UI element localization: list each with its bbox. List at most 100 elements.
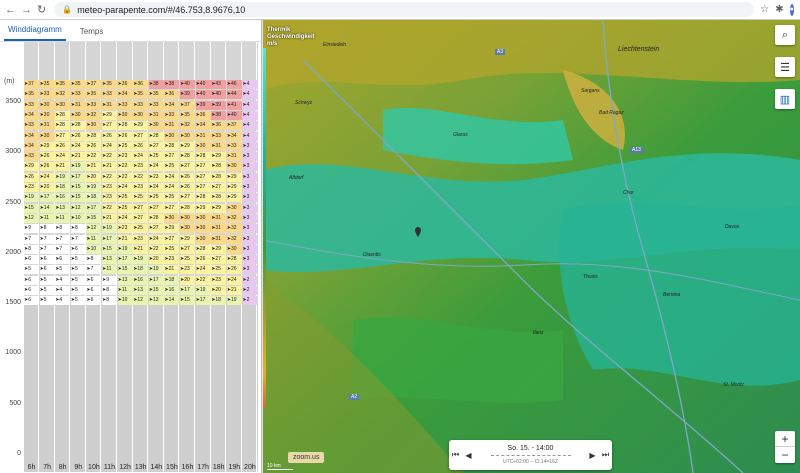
wind-cell: ➤27 xyxy=(195,162,211,172)
wind-cell: ➤29 xyxy=(164,224,180,234)
hour-column[interactable]: ➤36 ➤35 ➤33 ➤30 ➤29 ➤27 ➤26 ➤24 ➤23 ➤22 ➤23 ➤25 ➤27 ➤… xyxy=(133,42,149,472)
thermal-map[interactable]: Thermik Geschwindigkeit m/s Einsiedeln L… xyxy=(263,20,800,473)
hour-column[interactable]: ➤35 ➤32 ➤30 ➤28 ➤28 ➤27 ➤26 ➤24 ➤21 ➤19 ➤18 ➤16 ➤13 ➤… xyxy=(55,42,71,472)
wind-cell: ➤5 xyxy=(70,286,86,295)
wind-cell: ➤30 xyxy=(226,203,242,213)
wind-cell: ➤27 xyxy=(55,131,71,141)
time-slider[interactable]: So. 15. - 14:00 UTC+02:00 -- Cl.14=16Z xyxy=(475,445,586,465)
wind-cell: ➤22 xyxy=(133,172,149,182)
hour-column[interactable]: ➤43 ➤40 ➤39 ➤38 ➤36 ➤33 ➤31 ➤29 ➤28 ➤28 ➤27 ➤28 ➤29 ➤… xyxy=(211,42,227,472)
search-button[interactable]: ⌕ xyxy=(775,25,795,45)
wind-cell: ➤40 xyxy=(211,90,227,100)
first-frame-button[interactable]: ⏮ xyxy=(449,450,462,460)
search-icon: ⌕ xyxy=(781,28,789,41)
wind-cell: ➤30 xyxy=(133,110,149,120)
wind-cell: ➤26 xyxy=(39,152,55,162)
wind-cell: ➤35 xyxy=(86,90,102,100)
wind-cell: ➤21 xyxy=(164,265,180,275)
wind-cell: ➤18 xyxy=(164,275,180,285)
altitude-tick: 2000 xyxy=(5,248,21,256)
wind-cell: ➤37 xyxy=(24,80,39,89)
wind-cell: ➤24 xyxy=(102,141,117,151)
zoom-out-button[interactable]: − xyxy=(775,447,795,463)
wind-cell: ➤4 xyxy=(242,100,258,110)
chart-button[interactable]: ▥ xyxy=(775,89,795,109)
wind-cell: ➤31 xyxy=(70,100,86,110)
wind-cell: ➤31 xyxy=(211,213,227,223)
zoom-in-button[interactable]: + xyxy=(775,431,795,447)
place-label: Ilanz xyxy=(533,330,544,336)
wind-cell: ➤25 xyxy=(164,244,180,254)
wind-cell: ➤24 xyxy=(195,265,211,275)
prev-frame-button[interactable]: ◀ xyxy=(462,451,475,460)
wind-cell: ➤30 xyxy=(195,224,211,234)
wind-cell: ➤39 xyxy=(211,100,227,110)
avatar[interactable]: ● xyxy=(789,3,794,16)
wind-cell: ➤22 xyxy=(102,172,117,182)
hour-column[interactable]: ➤40 ➤39 ➤37 ➤35 ➤32 ➤30 ➤29 ➤28 ➤27 ➤26 ➤26 ➤27 ➤28 ➤… xyxy=(180,42,195,472)
wind-cell: ➤2 xyxy=(242,275,258,285)
wind-cell: ➤43 xyxy=(211,80,227,89)
hour-column[interactable]: ➤46 ➤44 ➤41 ➤40 ➤37 ➤34 ➤33 ➤31 ➤30 ➤29 ➤29 ➤29 ➤30 ➤… xyxy=(226,42,242,472)
hour-column[interactable]: ➤37 ➤35 ➤33 ➤32 ➤30 ➤28 ➤26 ➤22 ➤21 ➤20 ➤19 ➤18 ➤17 ➤… xyxy=(86,42,102,472)
hour-column[interactable]: ➤40 ➤40 ➤39 ➤36 ➤34 ➤31 ➤30 ➤28 ➤27 ➤27 ➤27 ➤28 ➤29 ➤… xyxy=(195,42,211,472)
tab-winddiagramm[interactable]: Winddiagramm xyxy=(4,25,66,41)
hour-label: 12h xyxy=(119,464,131,471)
wind-cell: ➤35 xyxy=(133,90,149,100)
wind-cell: ➤31 xyxy=(195,131,211,141)
hour-column[interactable]: ➤38 ➤36 ➤34 ➤33 ➤31 ➤30 ➤28 ➤27 ➤25 ➤24 ➤24 ➤25 ➤27 ➤… xyxy=(164,42,180,472)
wind-cell: ➤13 xyxy=(117,275,133,285)
wind-cell: ➤46 xyxy=(226,80,242,89)
wind-cell: ➤23 xyxy=(102,183,117,192)
hour-label: 6h xyxy=(27,464,36,471)
time-track[interactable] xyxy=(490,455,571,457)
wind-cell: ➤30 xyxy=(195,234,211,244)
wind-cell: ➤33 xyxy=(86,100,102,110)
wind-cell: ➤7 xyxy=(39,234,55,244)
wind-cell: ➤14 xyxy=(164,296,180,306)
wind-cell: ➤30 xyxy=(164,213,180,223)
wind-cell: ➤8 xyxy=(86,255,102,265)
wind-cell: ➤23 xyxy=(117,224,133,234)
wind-cell: ➤10 xyxy=(117,296,133,306)
wind-cell: ➤28 xyxy=(86,131,102,141)
wind-cell: ➤13 xyxy=(102,255,117,265)
star-icon[interactable]: ☆ xyxy=(760,4,769,15)
zoom-us-badge[interactable]: zoom.us xyxy=(288,452,325,463)
next-frame-button[interactable]: ▶ xyxy=(586,451,599,460)
hour-column[interactable]: ➤38 ➤35 ➤33 ➤31 ➤30 ➤28 ➤27 ➤25 ➤24 ➤23 ➤24 ➤25 ➤27 ➤… xyxy=(148,42,164,472)
wind-cell: ➤26 xyxy=(86,141,102,151)
wind-cell: ➤29 xyxy=(24,162,39,172)
address-bar[interactable]: 🔒 meteo-parapente.com/#/46.753,8.9676,10 xyxy=(54,2,755,17)
map-terrain xyxy=(263,20,800,473)
wind-cell: ➤33 xyxy=(24,121,39,131)
layers-button[interactable]: ☰ xyxy=(775,57,795,77)
last-frame-button[interactable]: ⏭ xyxy=(599,450,612,460)
back-button[interactable]: ← xyxy=(5,3,16,16)
hour-column[interactable]: ➤36 ➤34 ➤33 ➤30 ➤28 ➤26 ➤25 ➤23 ➤22 ➤22 ➤24 ➤25 ➤25 ➤… xyxy=(117,42,133,472)
wind-cell: ➤24 xyxy=(70,141,86,151)
wind-cell: ➤25 xyxy=(148,152,164,162)
wind-cell: ➤37 xyxy=(86,80,102,89)
wind-cell: ➤19 xyxy=(55,172,71,182)
place-label: Einsiedeln xyxy=(323,42,347,48)
hour-column[interactable]: ➤35 ➤33 ➤31 ➤30 ➤28 ➤26 ➤24 ➤21 ➤19 ➤17 ➤15 ➤15 ➤12 ➤… xyxy=(70,42,86,472)
wind-cell: ➤7 xyxy=(55,244,71,254)
hour-column[interactable]: ➤37 ➤35 ➤33 ➤34 ➤33 ➤34 ➤34 ➤33 ➤29 ➤26 ➤23 ➤19 ➤15 ➤… xyxy=(24,42,39,472)
hour-label: 9h xyxy=(74,464,83,471)
wind-cell: ➤31 xyxy=(211,234,227,244)
wind-cell: ➤27 xyxy=(133,131,149,141)
reload-button[interactable]: ↻ xyxy=(37,3,46,16)
wind-cell: ➤3 xyxy=(242,234,258,244)
tab-temps[interactable]: Temps xyxy=(76,27,108,41)
hour-column[interactable]: ➤4 ➤4 ➤4 ➤4 ➤4 ➤4 ➤3 ➤3 ➤3 ➤3 ➤3 ➤3 ➤3 ➤3 ➤3 ➤3 ➤3 ➤3 ➤3 ➤2… xyxy=(242,42,258,472)
wind-cell: ➤35 xyxy=(180,110,195,120)
hour-column[interactable]: ➤35 ➤33 ➤31 ➤29 ➤27 ➤26 ➤24 ➤22 ➤21 ➤22 ➤23 ➤23 ➤22 ➤… xyxy=(102,42,117,472)
forward-button[interactable]: → xyxy=(21,3,32,16)
hour-label: 8h xyxy=(58,464,67,471)
hour-column[interactable]: ➤35 ➤33 ➤30 ➤30 ➤31 ➤30 ➤29 ➤26 ➤26 ➤24 ➤20 ➤17 ➤14 ➤… xyxy=(39,42,55,472)
place-label: Schwyz xyxy=(295,100,313,106)
wind-cell: ➤4 xyxy=(242,131,258,141)
wind-cell: ➤33 xyxy=(39,90,55,100)
extensions-icon[interactable]: ✱ xyxy=(775,4,783,15)
